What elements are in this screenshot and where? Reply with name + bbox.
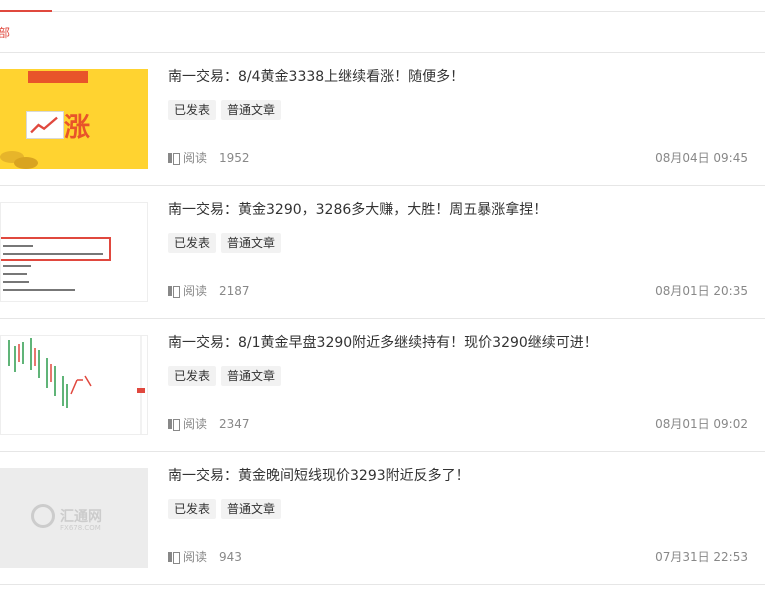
type-tag: 普通文章 — [221, 366, 282, 386]
article-meta: 阅读 943 — [168, 548, 242, 565]
article-item[interactable]: 汇通网 FX678.COM 南一交易：黄金晚间短线现价3293附近反多了！ 已发… — [0, 452, 765, 585]
article-meta: 阅读 2347 — [168, 415, 250, 432]
article-tags: 已发表 普通文章 — [168, 100, 282, 120]
article-item[interactable]: 涨 南一交易：8/4黄金3338上继续看涨！随便多！ 已发表 普通文章 阅读 1… — [0, 53, 765, 186]
read-count: 2187 — [219, 283, 250, 298]
filter-row: 部 — [0, 13, 765, 53]
article-date: 08月01日 20:35 — [655, 284, 748, 298]
text-line — [3, 281, 29, 283]
article-item[interactable]: 南一交易：黄金3290，3286多大赚，大胜！周五暴涨拿捏！ 已发表 普通文章 … — [0, 186, 765, 319]
thumbnail-caption: 涨 — [64, 113, 91, 143]
article-tags: 已发表 普通文章 — [168, 366, 282, 386]
read-label: 阅读 — [183, 151, 208, 165]
highlight-box — [1, 237, 111, 261]
book-icon — [168, 551, 180, 564]
read-label: 阅读 — [183, 550, 208, 564]
article-thumbnail[interactable] — [0, 335, 148, 435]
article-item[interactable]: 南一交易：8/1黄金早盘3290附近多继续持有！现价3290继续可进！ 已发表 … — [0, 319, 765, 452]
rising-chart-icon — [26, 111, 64, 139]
candlestick-chart-icon — [8, 336, 142, 434]
article-date: 08月01日 09:02 — [655, 417, 748, 431]
article-thumbnail[interactable]: 涨 — [0, 69, 148, 169]
article-meta: 阅读 1952 — [168, 149, 250, 166]
article-tags: 已发表 普通文章 — [168, 499, 282, 519]
article-date: 07月31日 22:53 — [655, 550, 748, 564]
type-tag: 普通文章 — [221, 499, 282, 519]
logo-icon — [31, 504, 55, 528]
type-tag: 普通文章 — [221, 100, 282, 120]
gold-coins-icon — [0, 151, 38, 169]
text-line — [3, 253, 103, 255]
type-tag: 普通文章 — [221, 233, 282, 253]
article-date: 08月04日 09:45 — [655, 151, 748, 165]
active-tab-underline — [0, 10, 52, 12]
book-icon — [168, 285, 180, 298]
status-tag: 已发表 — [168, 233, 217, 253]
read-label: 阅读 — [183, 284, 208, 298]
read-count: 1952 — [219, 150, 250, 165]
article-thumbnail[interactable]: 汇通网 FX678.COM — [0, 468, 148, 568]
book-icon — [168, 418, 180, 431]
status-tag: 已发表 — [168, 366, 217, 386]
text-line — [3, 245, 33, 247]
status-tag: 已发表 — [168, 499, 217, 519]
thumbnail-banner — [28, 71, 88, 83]
article-meta: 阅读 2187 — [168, 282, 250, 299]
placeholder-logo-text: 汇通网 — [60, 509, 102, 525]
status-tag: 已发表 — [168, 100, 217, 120]
read-count: 2347 — [219, 416, 250, 431]
text-line — [3, 289, 75, 291]
article-thumbnail[interactable] — [0, 202, 148, 302]
filter-all-tab[interactable]: 部 — [0, 24, 10, 41]
price-marker — [137, 388, 145, 393]
article-title[interactable]: 南一交易：黄金晚间短线现价3293附近反多了！ — [168, 465, 470, 485]
text-line — [3, 265, 31, 267]
article-tags: 已发表 普通文章 — [168, 233, 282, 253]
read-label: 阅读 — [183, 417, 208, 431]
article-title[interactable]: 南一交易：8/1黄金早盘3290附近多继续持有！现价3290继续可进！ — [168, 332, 598, 352]
article-title[interactable]: 南一交易：黄金3290，3286多大赚，大胜！周五暴涨拿捏！ — [168, 199, 547, 219]
article-title[interactable]: 南一交易：8/4黄金3338上继续看涨！随便多！ — [168, 66, 464, 86]
top-tab-strip — [0, 0, 765, 12]
book-icon — [168, 152, 180, 165]
read-count: 943 — [219, 549, 242, 564]
placeholder-logo-subtext: FX678.COM — [60, 524, 101, 532]
text-line — [3, 273, 27, 275]
